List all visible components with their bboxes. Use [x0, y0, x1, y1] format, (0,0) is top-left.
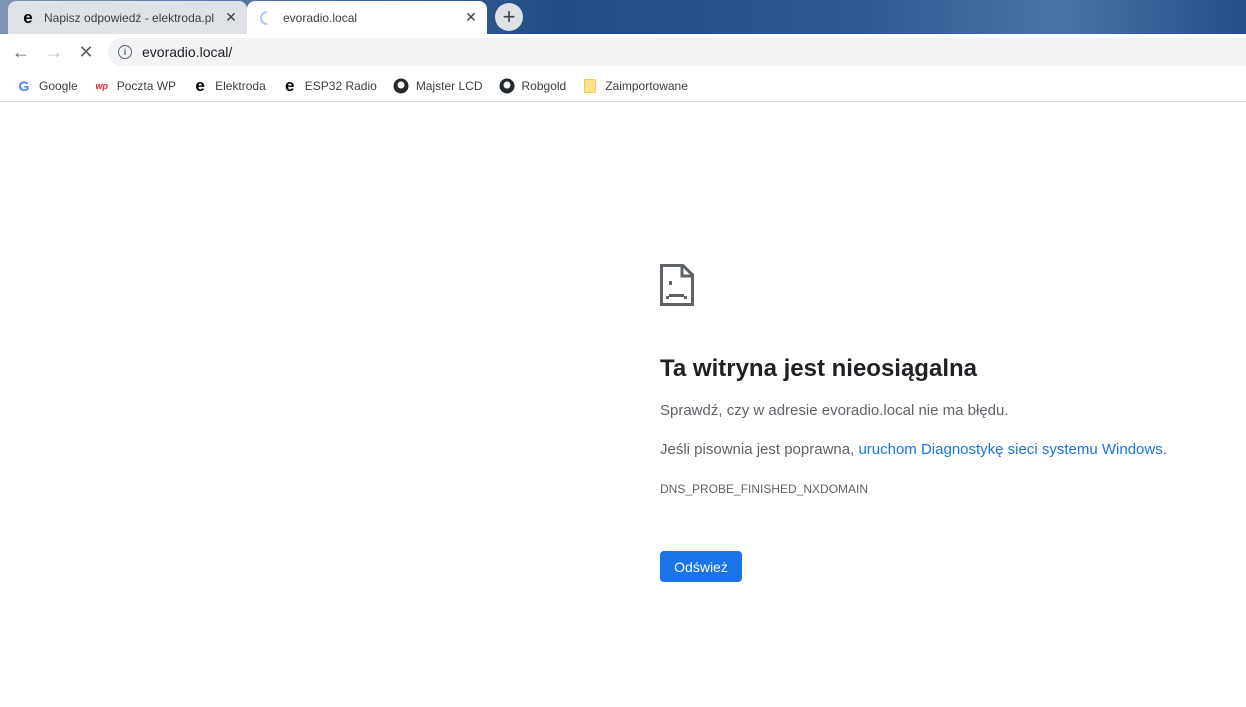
- network-diagnostics-link[interactable]: uruchom Diagnostykę sieci systemu Window…: [858, 441, 1162, 458]
- tab-title: evoradio.local: [283, 10, 358, 25]
- tab-title: Napisz odpowiedź - elektroda.pl: [44, 10, 215, 25]
- error-code: DNS_PROBE_FINISHED_NXDOMAIN: [660, 482, 869, 496]
- bookmark-label: ESP32 Radio: [304, 78, 377, 93]
- bookmark-label: Robgold: [521, 78, 567, 93]
- elektroda-icon: e: [23, 7, 33, 27]
- google-icon: G: [18, 77, 30, 94]
- close-tab-icon[interactable]: ✕: [461, 8, 481, 28]
- bookmark-robgold[interactable]: Robgold: [491, 72, 575, 100]
- bookmark-label: Poczta WP: [116, 78, 177, 93]
- sad-page-icon: [660, 264, 694, 306]
- info-icon[interactable]: i: [118, 45, 132, 59]
- bookmark-elektroda[interactable]: e Elektroda: [184, 72, 274, 100]
- stop-loading-icon[interactable]: ✕: [74, 40, 98, 64]
- bookmark-folder-zaimportowane[interactable]: Zaimportowane: [574, 72, 696, 100]
- new-tab-button[interactable]: +: [495, 3, 523, 31]
- wp-icon: wp: [95, 80, 108, 91]
- suggestion-text: Jeśli pisownia jest poprawna,: [660, 441, 859, 458]
- bookmark-label: Elektroda: [215, 78, 266, 93]
- tab-elektroda[interactable]: e Napisz odpowiedź - elektroda.pl ✕: [8, 1, 247, 34]
- elektroda-icon: e: [285, 75, 295, 95]
- forward-icon[interactable]: →: [42, 40, 66, 64]
- github-icon: [499, 78, 515, 94]
- error-page: Ta witryna jest nieosiągalna Sprawdź, cz…: [660, 264, 1167, 582]
- tab-evoradio[interactable]: evoradio.local ✕: [247, 1, 487, 34]
- reload-button[interactable]: Odśwież: [660, 551, 742, 582]
- bookmark-label: Google: [39, 78, 78, 93]
- bookmark-google[interactable]: G Google: [8, 72, 86, 100]
- elektroda-icon: e: [195, 75, 205, 95]
- error-message: Sprawdź, czy w adresie evoradio.local ni…: [660, 402, 1009, 419]
- folder-icon: [582, 78, 598, 94]
- loading-spinner-icon: [259, 10, 275, 26]
- suggestion-suffix: .: [1162, 441, 1167, 458]
- address-bar[interactable]: i evoradio.local/: [108, 38, 1246, 66]
- github-icon: [393, 78, 409, 94]
- back-icon[interactable]: ←: [9, 40, 33, 64]
- url-text[interactable]: evoradio.local/: [142, 44, 232, 60]
- bookmark-poczta-wp[interactable]: wp Poczta WP: [86, 72, 184, 100]
- bookmark-majster-lcd[interactable]: Majster LCD: [385, 72, 491, 100]
- bookmarks-bar: G Google wp Poczta WP e Elektroda e ESP3…: [0, 70, 1246, 102]
- error-title: Ta witryna jest nieosiągalna: [660, 355, 977, 382]
- bookmark-label: Zaimportowane: [605, 78, 688, 93]
- error-suggestion: Jeśli pisownia jest poprawna, uruchom Di…: [660, 441, 1167, 458]
- toolbar: ← → ✕ i evoradio.local/: [0, 34, 1246, 70]
- close-tab-icon[interactable]: ✕: [221, 8, 241, 28]
- bookmark-esp32-radio[interactable]: e ESP32 Radio: [274, 72, 385, 100]
- tab-strip: e Napisz odpowiedź - elektroda.pl ✕ evor…: [0, 0, 1246, 34]
- bookmark-label: Majster LCD: [415, 78, 483, 93]
